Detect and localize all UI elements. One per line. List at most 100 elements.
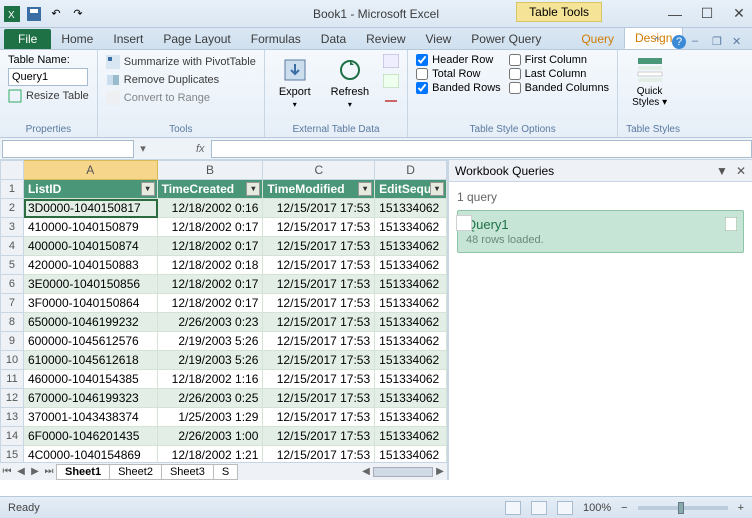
- undo-icon[interactable]: ↶: [48, 6, 64, 22]
- quick-styles-button[interactable]: QuickStyles ▾: [626, 54, 673, 110]
- summarize-pivot-button[interactable]: Summarize with PivotTable: [106, 54, 256, 70]
- cell[interactable]: 151334062: [375, 294, 447, 313]
- sheet-nav-next-icon[interactable]: ▶: [28, 466, 42, 477]
- table-name-input[interactable]: [8, 68, 88, 86]
- tab-insert[interactable]: Insert: [103, 29, 153, 49]
- table-header[interactable]: EditSeque▾: [375, 180, 447, 199]
- cell[interactable]: 12/15/2017 17:53: [263, 199, 375, 218]
- cell[interactable]: 151334062: [375, 218, 447, 237]
- cell[interactable]: 12/15/2017 17:53: [263, 332, 375, 351]
- cell[interactable]: 12/18/2002 0:17: [158, 218, 264, 237]
- cell[interactable]: 12/18/2002 0:17: [158, 275, 264, 294]
- sheet-nav-first-icon[interactable]: ⏮: [0, 466, 14, 477]
- row-header[interactable]: 5: [0, 256, 24, 275]
- cell[interactable]: 151334062: [375, 408, 447, 427]
- cell[interactable]: 12/15/2017 17:53: [263, 446, 375, 462]
- last-column-checkbox[interactable]: Last Column: [509, 68, 609, 80]
- cell[interactable]: 12/18/2002 0:17: [158, 237, 264, 256]
- cell[interactable]: 12/18/2002 0:17: [158, 294, 264, 313]
- properties-icon[interactable]: [383, 54, 399, 68]
- sheet-tab[interactable]: Sheet1: [56, 464, 110, 480]
- cell[interactable]: 460000-1040154385: [24, 370, 158, 389]
- formula-input[interactable]: [211, 140, 752, 158]
- cell[interactable]: 12/15/2017 17:53: [263, 370, 375, 389]
- cell[interactable]: 2/19/2003 5:26: [158, 332, 264, 351]
- cell[interactable]: 151334062: [375, 313, 447, 332]
- name-box[interactable]: [2, 140, 134, 158]
- tab-data[interactable]: Data: [311, 29, 356, 49]
- query-peek-icon[interactable]: [725, 217, 737, 231]
- hscroll-left-icon[interactable]: ◀: [359, 466, 373, 477]
- sheet-tab[interactable]: Sheet3: [161, 464, 214, 480]
- cell[interactable]: 12/18/2002 0:18: [158, 256, 264, 275]
- resize-table-button[interactable]: Resize Table: [8, 88, 89, 104]
- namebox-dropdown-icon[interactable]: ▾: [136, 142, 150, 155]
- cell[interactable]: 410000-1040150879: [24, 218, 158, 237]
- cell[interactable]: 670000-1046199323: [24, 389, 158, 408]
- hscroll-thumb[interactable]: [373, 467, 433, 477]
- cell[interactable]: 12/15/2017 17:53: [263, 427, 375, 446]
- zoom-percent[interactable]: 100%: [583, 502, 611, 514]
- select-all-corner[interactable]: [0, 160, 24, 180]
- pane-close-icon[interactable]: ✕: [736, 164, 746, 178]
- minimize-icon[interactable]: —: [666, 5, 684, 23]
- refresh-button[interactable]: Refresh▾: [325, 54, 376, 111]
- row-header[interactable]: 9: [0, 332, 24, 351]
- cell[interactable]: 610000-1045612618: [24, 351, 158, 370]
- sheet-tab[interactable]: S: [213, 464, 238, 480]
- cell[interactable]: 151334062: [375, 199, 447, 218]
- convert-to-range-button[interactable]: Convert to Range: [106, 90, 256, 106]
- wb-restore-icon[interactable]: ❐: [712, 35, 726, 49]
- filter-icon[interactable]: ▾: [358, 182, 372, 196]
- tab-file[interactable]: File: [4, 29, 51, 49]
- cell[interactable]: 12/15/2017 17:53: [263, 389, 375, 408]
- cell[interactable]: 3F0000-1040150864: [24, 294, 158, 313]
- row-header[interactable]: 8: [0, 313, 24, 332]
- zoom-in-icon[interactable]: +: [738, 502, 744, 514]
- cell[interactable]: 151334062: [375, 332, 447, 351]
- pane-dropdown-icon[interactable]: ▼: [716, 164, 728, 178]
- cell[interactable]: 12/18/2002 1:16: [158, 370, 264, 389]
- row-header[interactable]: 6: [0, 275, 24, 294]
- redo-icon[interactable]: ↷: [70, 6, 86, 22]
- tab-review[interactable]: Review: [356, 29, 415, 49]
- cell[interactable]: 420000-1040150883: [24, 256, 158, 275]
- cell[interactable]: 12/15/2017 17:53: [263, 237, 375, 256]
- help-icon[interactable]: ?: [672, 35, 686, 49]
- banded-columns-checkbox[interactable]: Banded Columns: [509, 82, 609, 94]
- cell[interactable]: 12/15/2017 17:53: [263, 256, 375, 275]
- filter-icon[interactable]: ▾: [430, 182, 444, 196]
- sheet-nav-prev-icon[interactable]: ◀: [14, 466, 28, 477]
- cell[interactable]: 370001-1043438374: [24, 408, 158, 427]
- unlink-icon[interactable]: [383, 94, 399, 108]
- export-button[interactable]: Export▾: [273, 54, 317, 111]
- remove-duplicates-button[interactable]: Remove Duplicates: [106, 72, 256, 88]
- ribbon-collapse-icon[interactable]: ⌃: [652, 35, 666, 49]
- cell[interactable]: 2/26/2003 0:23: [158, 313, 264, 332]
- view-page-layout-icon[interactable]: [531, 501, 547, 515]
- row-header[interactable]: 2: [0, 199, 24, 218]
- hscroll-right-icon[interactable]: ▶: [433, 466, 447, 477]
- zoom-out-icon[interactable]: −: [621, 502, 627, 514]
- tab-query[interactable]: Query: [571, 29, 624, 49]
- row-header[interactable]: 1: [0, 180, 24, 199]
- save-icon[interactable]: [26, 6, 42, 22]
- fx-icon[interactable]: fx: [190, 143, 211, 155]
- cell[interactable]: 151334062: [375, 351, 447, 370]
- cell[interactable]: 3E0000-1040150856: [24, 275, 158, 294]
- cell[interactable]: 12/15/2017 17:53: [263, 275, 375, 294]
- first-column-checkbox[interactable]: First Column: [509, 54, 609, 66]
- view-page-break-icon[interactable]: [557, 501, 573, 515]
- cell[interactable]: 151334062: [375, 275, 447, 294]
- cell[interactable]: 151334062: [375, 389, 447, 408]
- cell[interactable]: 12/15/2017 17:53: [263, 313, 375, 332]
- banded-rows-checkbox[interactable]: Banded Rows: [416, 82, 501, 94]
- cell[interactable]: 6F0000-1046201435: [24, 427, 158, 446]
- close-icon[interactable]: ✕: [730, 5, 748, 23]
- cell[interactable]: 12/15/2017 17:53: [263, 294, 375, 313]
- total-row-checkbox[interactable]: Total Row: [416, 68, 501, 80]
- row-header[interactable]: 13: [0, 408, 24, 427]
- cell[interactable]: 151334062: [375, 256, 447, 275]
- cell[interactable]: 2/26/2003 1:00: [158, 427, 264, 446]
- row-header[interactable]: 7: [0, 294, 24, 313]
